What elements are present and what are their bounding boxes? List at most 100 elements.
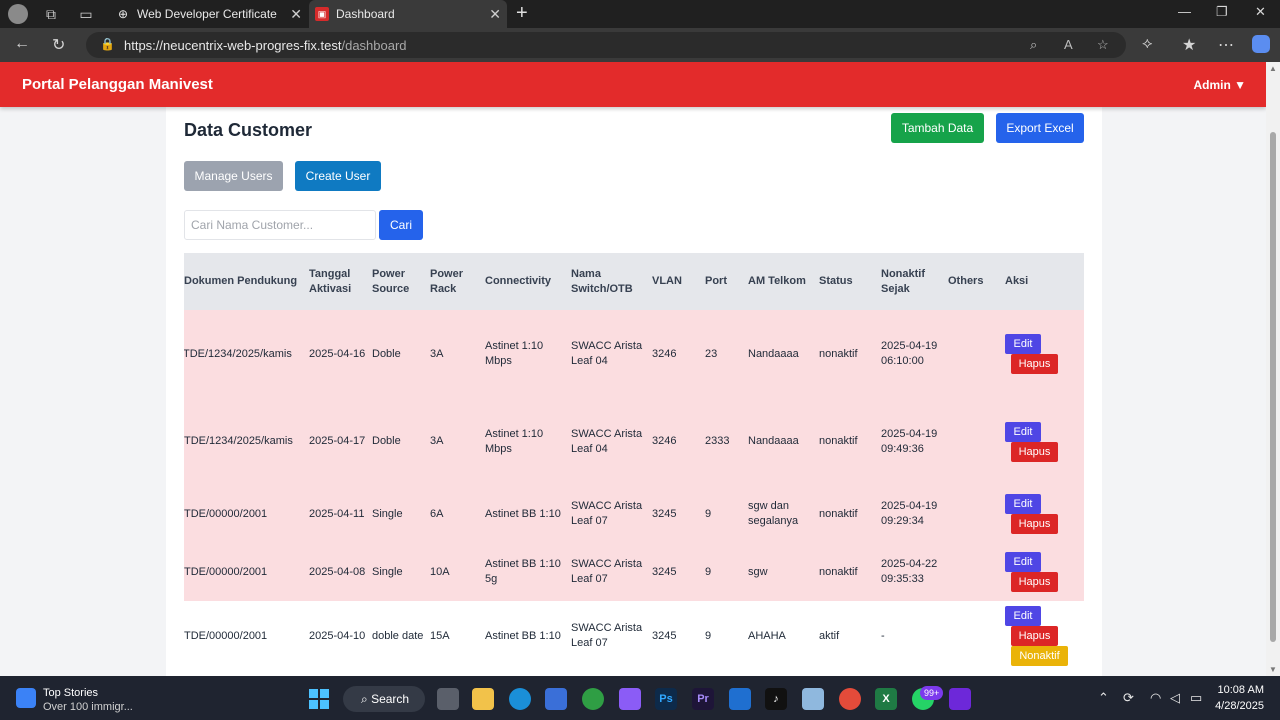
sync-icon[interactable]: ⟳ bbox=[1123, 690, 1134, 706]
profile-avatar[interactable] bbox=[8, 4, 28, 24]
maximize-icon[interactable]: ❐ bbox=[1216, 4, 1228, 20]
scrollbar-thumb[interactable] bbox=[1270, 132, 1276, 642]
scroll-down-icon[interactable]: ▼ bbox=[1269, 665, 1277, 674]
hapus-button[interactable]: Hapus bbox=[1011, 572, 1058, 592]
store-icon[interactable] bbox=[545, 688, 567, 710]
edit-button[interactable]: Edit bbox=[1005, 552, 1041, 572]
db-app-icon[interactable] bbox=[949, 688, 971, 710]
close-tab-icon[interactable]: ✕ bbox=[290, 0, 302, 28]
cell-tanggal: 2025-04-16 bbox=[309, 347, 366, 360]
cell-am: Nandaaaa bbox=[748, 347, 799, 360]
url-field[interactable]: 🔒 https://neucentrix-web-progres-fix.tes… bbox=[86, 32, 1126, 58]
table-row: TDE/1234/2025/kamis 2025-04-16 Doble 3A … bbox=[184, 310, 1084, 398]
hapus-button[interactable]: Hapus bbox=[1011, 354, 1058, 374]
edit-button[interactable]: Edit bbox=[1005, 606, 1041, 626]
notification-badge: 99+ bbox=[920, 686, 944, 700]
cell-switch: SWACC Arista Leaf 07 bbox=[571, 500, 643, 527]
clock-time[interactable]: 10:08 AM bbox=[1218, 684, 1264, 696]
vscode-icon[interactable] bbox=[729, 688, 751, 710]
export-excel-button[interactable]: Export Excel bbox=[996, 113, 1084, 143]
edit-button[interactable]: Edit bbox=[1005, 421, 1041, 442]
tab-title: Web Developer Certificate bbox=[137, 7, 277, 21]
cell-aksi: Edit Hapus bbox=[1005, 310, 1084, 398]
premiere-icon[interactable]: Pr bbox=[692, 688, 714, 710]
clock-date[interactable]: 4/28/2025 bbox=[1215, 700, 1264, 712]
cell-tanggal: 2025-04-08 bbox=[309, 565, 366, 578]
extensions-icon[interactable]: ⟡ bbox=[1142, 35, 1153, 53]
start-icon[interactable] bbox=[308, 688, 330, 710]
cell-port: 9 bbox=[705, 629, 712, 642]
cell-nonaktif-sejak: 2025-04-19 09:29:34 bbox=[881, 500, 938, 527]
affinity-icon[interactable] bbox=[619, 688, 641, 710]
cell-aksi: Edit Hapus bbox=[1005, 398, 1084, 485]
create-user-button[interactable]: Create User bbox=[295, 161, 381, 191]
close-tab-icon[interactable]: ✕ bbox=[489, 0, 501, 28]
cell-switch: SWACC Arista Leaf 04 bbox=[571, 427, 643, 455]
lock-icon: 🔒 bbox=[100, 37, 115, 51]
browser-tab-bar: ⧉ ▭ ⊕ Web Developer Certificate ✕ ▣ Dash… bbox=[0, 0, 1280, 28]
tray-overflow-icon[interactable]: ⌃ bbox=[1098, 690, 1109, 706]
minimize-icon[interactable]: — bbox=[1178, 4, 1191, 19]
edge-icon[interactable] bbox=[509, 688, 531, 710]
tab-dashboard[interactable]: ▣ Dashboard ✕ bbox=[309, 0, 507, 28]
brand-title[interactable]: Portal Pelanggan Manivest bbox=[22, 76, 213, 93]
table-row: TDE/1234/2025/kamis 2025-04-17 Doble 3A … bbox=[184, 398, 1084, 485]
battery-icon[interactable]: ▭ bbox=[1190, 690, 1202, 706]
edit-button[interactable]: Edit bbox=[1005, 494, 1041, 514]
cell-power-rack: 3A bbox=[430, 347, 444, 360]
cell-am: sgw bbox=[748, 565, 768, 578]
volume-icon[interactable]: ◁ bbox=[1170, 690, 1180, 706]
copilot-icon[interactable] bbox=[1252, 35, 1270, 53]
file-explorer-icon[interactable] bbox=[472, 688, 494, 710]
cell-connectivity: Astinet 1:10 Mbps bbox=[485, 340, 544, 367]
favorite-star-icon[interactable]: ☆ bbox=[1097, 37, 1109, 53]
back-icon[interactable]: ← bbox=[14, 35, 30, 53]
hapus-button[interactable]: Hapus bbox=[1011, 626, 1058, 646]
page-vertical-scrollbar[interactable]: ▲ ▼ bbox=[1266, 62, 1280, 676]
customer-table: Dokumen Pendukung Tanggal Aktivasi Power… bbox=[184, 253, 1084, 671]
favorites-icon[interactable]: ★ bbox=[1182, 35, 1196, 55]
cell-power-source: Single bbox=[372, 507, 403, 520]
customer-table-container[interactable]: Dokumen Pendukung Tanggal Aktivasi Power… bbox=[184, 253, 1084, 676]
zoom-icon[interactable]: ⌕ bbox=[1030, 37, 1037, 53]
table-row: TDE/00000/2001 2025-04-08 Single 10A Ast… bbox=[184, 543, 1084, 601]
news-widget-icon[interactable] bbox=[16, 688, 36, 708]
tab-title: Dashboard bbox=[336, 7, 395, 21]
news-title[interactable]: Top Stories bbox=[43, 687, 98, 699]
manage-users-button[interactable]: Manage Users bbox=[184, 161, 283, 191]
edit-button[interactable]: Edit bbox=[1005, 334, 1041, 354]
close-window-icon[interactable]: ✕ bbox=[1255, 4, 1266, 20]
tiktok-icon[interactable]: ♪ bbox=[765, 688, 787, 710]
scroll-up-icon[interactable]: ▲ bbox=[1269, 64, 1277, 73]
app-favicon-icon: ▣ bbox=[315, 7, 329, 21]
new-tab-icon[interactable]: + bbox=[516, 2, 528, 25]
admin-menu[interactable]: Admin ▼ bbox=[1193, 78, 1246, 92]
taskbar-search[interactable]: ⌕ Search bbox=[343, 686, 425, 712]
read-aloud-icon[interactable]: A bbox=[1064, 37, 1073, 52]
excel-icon[interactable]: X bbox=[875, 688, 897, 710]
hapus-button[interactable]: Hapus bbox=[1011, 441, 1058, 462]
news-subtitle[interactable]: Over 100 immigr... bbox=[43, 701, 133, 713]
hapus-button[interactable]: Hapus bbox=[1011, 514, 1058, 534]
refresh-icon[interactable]: ↻ bbox=[52, 35, 65, 55]
tab-web-developer-certificate[interactable]: ⊕ Web Developer Certificate ✕ bbox=[110, 0, 308, 28]
image-app-icon[interactable] bbox=[802, 688, 824, 710]
collections-icon[interactable]: ⧉ bbox=[41, 4, 61, 24]
search-button[interactable]: Cari bbox=[379, 210, 423, 240]
tab-actions-icon[interactable]: ▭ bbox=[76, 4, 96, 24]
cell-power-rack: 10A bbox=[430, 565, 450, 578]
chrome-icon[interactable] bbox=[839, 688, 861, 710]
task-view-icon[interactable] bbox=[437, 688, 459, 710]
nonaktif-button[interactable]: Nonaktif bbox=[1011, 646, 1068, 666]
cell-dokumen: TDE/1234/2025/kamis bbox=[184, 435, 293, 447]
wifi-icon[interactable]: ◠ bbox=[1150, 690, 1161, 706]
cell-nonaktif-sejak: 2025-04-19 09:49:36 bbox=[881, 427, 938, 455]
photoshop-icon[interactable]: Ps bbox=[655, 688, 677, 710]
more-menu-icon[interactable]: ⋯ bbox=[1218, 35, 1234, 55]
xbox-icon[interactable] bbox=[582, 688, 604, 710]
col-dokumen: Dokumen Pendukung bbox=[184, 275, 298, 287]
tambah-data-button[interactable]: Tambah Data bbox=[891, 113, 984, 143]
search-input[interactable] bbox=[184, 210, 376, 240]
col-aksi: Aksi bbox=[1005, 275, 1029, 287]
cell-vlan: 3246 bbox=[652, 435, 677, 447]
